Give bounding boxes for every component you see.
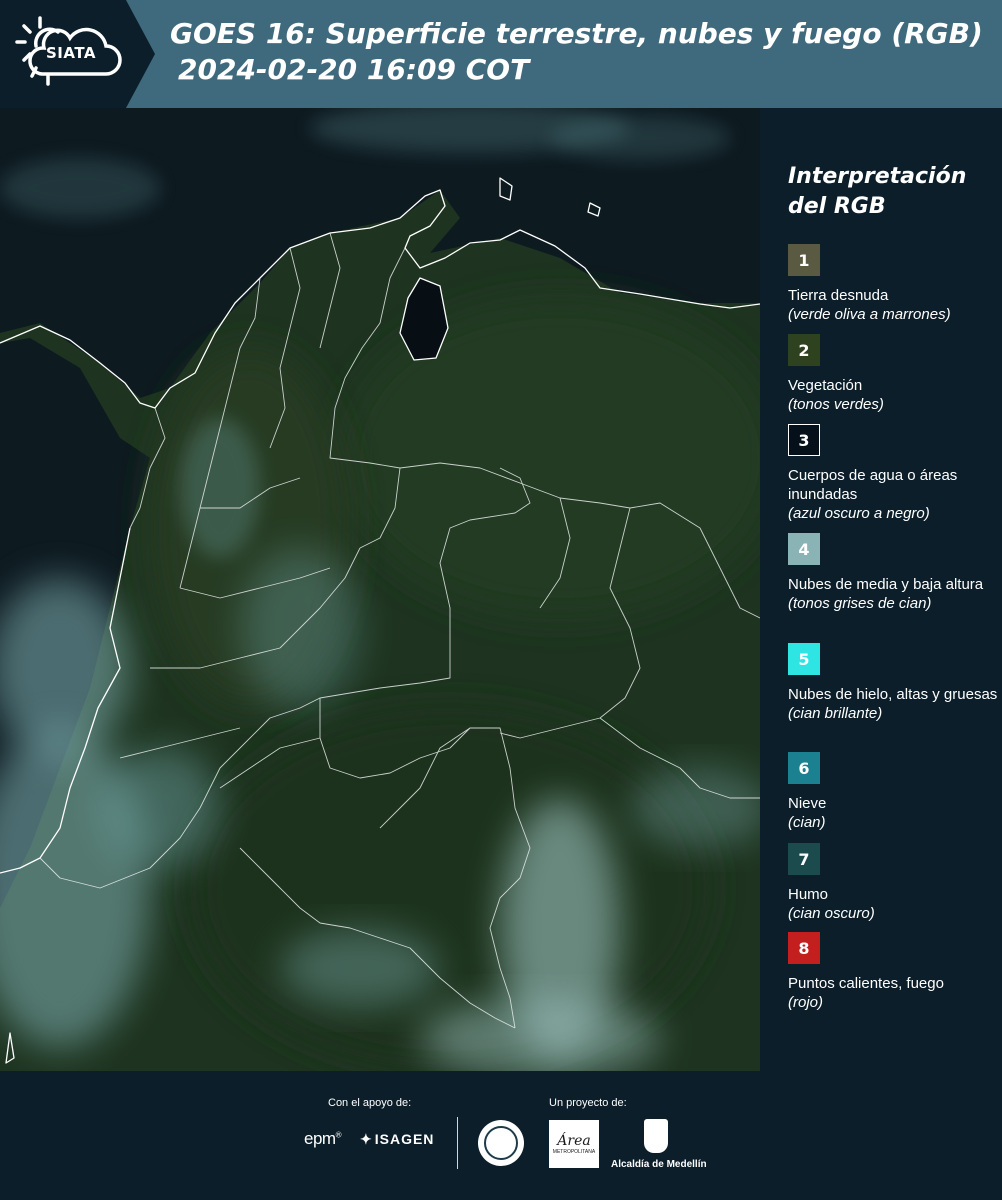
legend-desc-5: (cian brillante) xyxy=(788,705,883,722)
isagen-logo: ✦ ISAGEN xyxy=(360,1131,434,1148)
legend-item-8: 8 Puntos calientes, fuego (rojo) xyxy=(788,932,998,1012)
legend-label-7: Humo xyxy=(788,886,829,903)
legend-heading: Interpretación del RGB xyxy=(788,162,998,222)
legend-label-5: Nubes de hielo, altas y gruesas xyxy=(788,686,998,703)
page-title: GOES 16: Superficie terrestre, nubes y f… xyxy=(170,16,1000,88)
legend-desc-6: (cian) xyxy=(788,814,826,831)
legend-label-6: Nieve xyxy=(788,795,827,812)
legend-item-4: 4 Nubes de media y baja altura (tonos gr… xyxy=(788,533,998,613)
area-logo-word: Área xyxy=(557,1133,591,1149)
legend-item-6: 6 Nieve (cian) xyxy=(788,752,998,832)
legend-item-2: 2 Vegetación (tonos verdes) xyxy=(788,334,998,414)
legend-desc-3: (azul oscuro a negro) xyxy=(788,505,930,522)
legend-label-8: Puntos calientes, fuego xyxy=(788,975,944,992)
epm-registered-mark: ® xyxy=(335,1130,342,1140)
legend-label-3: Cuerpos de agua o áreas inundadas xyxy=(788,467,958,503)
legend-item-7: 7 Humo (cian oscuro) xyxy=(788,843,998,923)
header-bar: SIATA GOES 16: Superficie terrestre, nub… xyxy=(0,0,1002,108)
map-image xyxy=(0,108,760,1071)
title-text: GOES 16: Superficie terrestre, nubes y f… xyxy=(170,17,983,50)
legend-swatch-4: 4 xyxy=(788,533,820,565)
epm-logo: epm® xyxy=(304,1129,342,1149)
legend-swatch-7: 7 xyxy=(788,843,820,875)
legend-swatch-3: 3 xyxy=(788,424,820,456)
project-label: Un proyecto de: xyxy=(549,1097,627,1109)
footer: Con el apoyo de: Un proyecto de: epm® ✦ I… xyxy=(0,1071,1002,1200)
legend-swatch-5: 5 xyxy=(788,643,820,675)
legend-heading-line1: Interpretación xyxy=(788,164,967,189)
legend-item-5: 5 Nubes de hielo, altas y gruesas (cian … xyxy=(788,643,998,723)
legend-swatch-1: 1 xyxy=(788,244,820,276)
legend-label-2: Vegetación xyxy=(788,377,863,394)
medellin-shield-icon xyxy=(644,1119,668,1153)
page: SIATA GOES 16: Superficie terrestre, nub… xyxy=(0,0,1002,1200)
support-label: Con el apoyo de: xyxy=(328,1097,412,1109)
legend-desc-1: (verde oliva a marrones) xyxy=(788,306,951,323)
legend-desc-2: (tonos verdes) xyxy=(788,396,884,413)
satellite-map[interactable] xyxy=(0,108,760,1071)
legend-item-1: 1 Tierra desnuda (verde oliva a marrones… xyxy=(788,244,998,324)
legend-label-1: Tierra desnuda xyxy=(788,287,889,304)
legend-desc-4: (tonos grises de cian) xyxy=(788,595,932,612)
legend-item-3: 3 Cuerpos de agua o áreas inundadas (azu… xyxy=(788,424,998,523)
university-seal-icon xyxy=(478,1120,524,1166)
isagen-star-icon: ✦ xyxy=(360,1131,373,1147)
legend-desc-8: (rojo) xyxy=(788,994,824,1011)
medellin-logo-text: Alcaldía de Medellín xyxy=(611,1159,707,1170)
isagen-logo-text: ISAGEN xyxy=(374,1131,435,1147)
siata-logo-text: SIATA xyxy=(46,44,97,62)
legend-panel: Interpretación del RGB 1 Tierra desnuda … xyxy=(760,108,1002,1071)
legend-swatch-8: 8 xyxy=(788,932,820,964)
legend-swatch-2: 2 xyxy=(788,334,820,366)
area-logo-sub: METROPOLITANA xyxy=(552,1149,596,1155)
timestamp: 2024-02-20 16:09 COT xyxy=(178,53,530,86)
legend-desc-7: (cian oscuro) xyxy=(788,905,875,922)
legend-heading-line2: del RGB xyxy=(788,194,886,219)
legend-swatch-6: 6 xyxy=(788,752,820,784)
legend-label-4: Nubes de media y baja altura xyxy=(788,576,984,593)
area-metropolitana-logo: Área METROPOLITANA xyxy=(549,1120,599,1168)
epm-logo-text: epm xyxy=(304,1129,336,1148)
footer-divider xyxy=(457,1117,458,1169)
